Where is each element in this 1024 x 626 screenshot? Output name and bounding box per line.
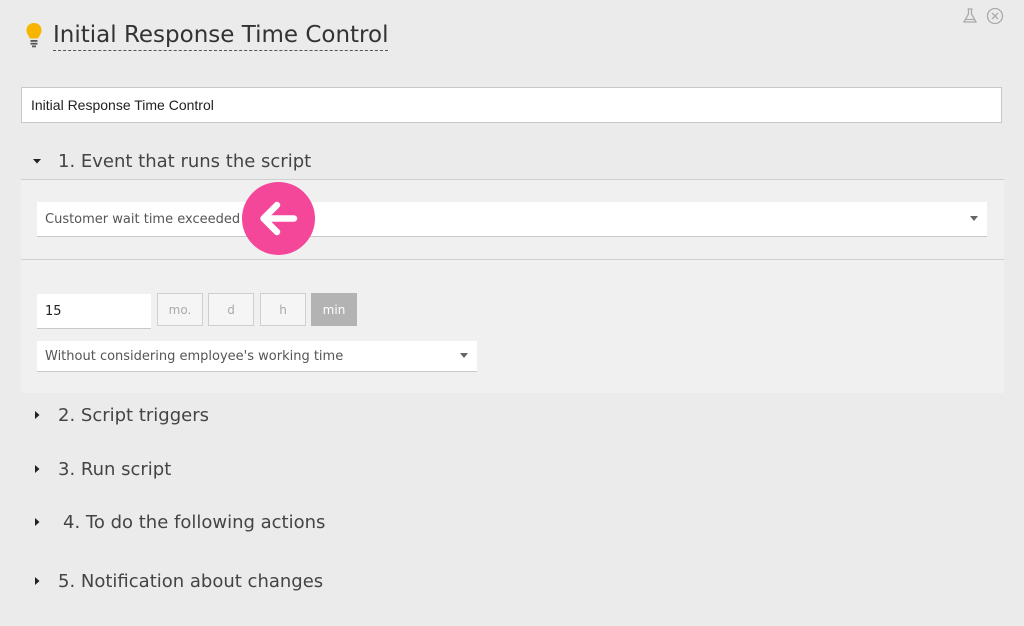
section-label: 4. To do the following actions xyxy=(63,511,326,533)
section-actions-header[interactable]: 4. To do the following actions xyxy=(30,509,325,535)
unit-day-button[interactable]: d xyxy=(208,293,254,326)
event-panel: Customer wait time exceeded mo. d h min … xyxy=(21,179,1004,393)
chevron-right-icon xyxy=(30,574,44,588)
chevron-down-icon xyxy=(30,154,44,168)
section-triggers-header[interactable]: 2. Script triggers xyxy=(30,402,209,428)
close-icon[interactable] xyxy=(986,7,1004,25)
unit-month-button[interactable]: mo. xyxy=(157,293,203,326)
event-select-value: Customer wait time exceeded xyxy=(45,211,241,227)
chevron-right-icon xyxy=(30,515,44,529)
section-event-header[interactable]: 1. Event that runs the script xyxy=(30,148,311,174)
arrow-left-icon xyxy=(260,201,298,236)
chevron-right-icon xyxy=(30,408,44,422)
working-time-select-value: Without considering employee's working t… xyxy=(45,348,344,364)
lightbulb-icon xyxy=(25,22,43,50)
divider xyxy=(21,179,1004,180)
working-time-select[interactable]: Without considering employee's working t… xyxy=(37,341,477,372)
unit-minute-button[interactable]: min xyxy=(311,293,357,326)
divider xyxy=(21,259,1004,260)
caret-down-icon xyxy=(460,353,468,358)
section-label: 1. Event that runs the script xyxy=(58,150,312,172)
flask-icon[interactable] xyxy=(961,7,979,25)
page-title[interactable]: Initial Response Time Control xyxy=(53,20,389,51)
pointer-arrow-badge xyxy=(242,182,315,255)
section-notification-header[interactable]: 5. Notification about changes xyxy=(30,568,323,594)
section-label: 2. Script triggers xyxy=(58,404,209,426)
section-run-header[interactable]: 3. Run script xyxy=(30,456,171,482)
wait-time-input[interactable] xyxy=(37,294,151,329)
unit-hour-button[interactable]: h xyxy=(260,293,306,326)
script-name-input[interactable] xyxy=(21,87,1002,123)
chevron-right-icon xyxy=(30,462,44,476)
section-label: 3. Run script xyxy=(58,458,172,480)
section-label: 5. Notification about changes xyxy=(58,570,324,592)
caret-down-icon xyxy=(970,216,978,221)
event-select[interactable]: Customer wait time exceeded xyxy=(37,202,987,237)
